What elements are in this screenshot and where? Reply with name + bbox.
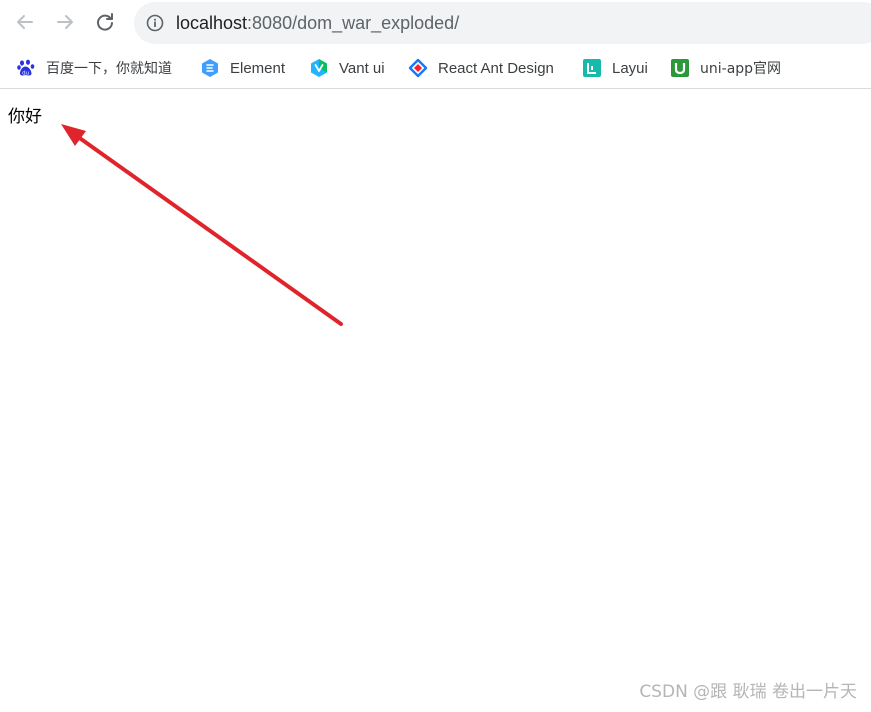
- url-path: :8080/dom_war_exploded/: [247, 13, 460, 33]
- layui-icon: [582, 58, 602, 78]
- bookmark-element[interactable]: Element: [200, 56, 285, 80]
- page-content: 你好 CSDN @跟 耿瑞 卷出一片天: [0, 90, 871, 712]
- arrow-left-icon: [17, 15, 33, 29]
- bookmark-label: Layui: [612, 59, 648, 77]
- url-host: localhost: [176, 13, 248, 33]
- bookmark-label: uni-app官网: [700, 61, 782, 77]
- bookmark-baidu[interactable]: du 百度一下，你就知道: [16, 56, 172, 80]
- info-icon[interactable]: [146, 14, 164, 32]
- svg-text:du: du: [22, 70, 29, 76]
- red-arrow-annotation: [61, 124, 343, 326]
- url-text[interactable]: localhost:8080/dom_war_exploded/: [176, 12, 459, 34]
- address-bar[interactable]: localhost:8080/dom_war_exploded/: [134, 2, 871, 44]
- reload-button[interactable]: [91, 8, 119, 36]
- bookmark-label: Element: [230, 59, 286, 77]
- baidu-paw-icon: du: [16, 58, 36, 78]
- watermark: CSDN @跟 耿瑞 卷出一片天: [639, 682, 857, 702]
- bookmark-label: 百度一下，你就知道: [46, 61, 172, 77]
- bookmark-label: Vant ui: [339, 59, 385, 77]
- element-icon: [200, 58, 220, 78]
- ant-design-icon: [408, 58, 428, 78]
- bookmark-label: React Ant Design: [438, 59, 554, 77]
- bookmark-vant[interactable]: Vant ui: [309, 56, 385, 80]
- bookmark-ant-design[interactable]: React Ant Design: [408, 56, 554, 80]
- forward-button[interactable]: [51, 8, 79, 36]
- bookmark-layui[interactable]: Layui: [582, 56, 648, 80]
- uniapp-icon: [670, 58, 690, 78]
- reload-icon: [97, 13, 113, 31]
- vant-icon: [309, 58, 329, 78]
- bookmarks-bar: du 百度一下，你就知道 Element Vant ui React Ant D…: [0, 48, 871, 89]
- bookmark-uniapp[interactable]: uni-app官网: [670, 56, 781, 80]
- browser-toolbar: localhost:8080/dom_war_exploded/: [0, 0, 871, 46]
- arrow-right-icon: [57, 15, 73, 29]
- back-button[interactable]: [11, 8, 39, 36]
